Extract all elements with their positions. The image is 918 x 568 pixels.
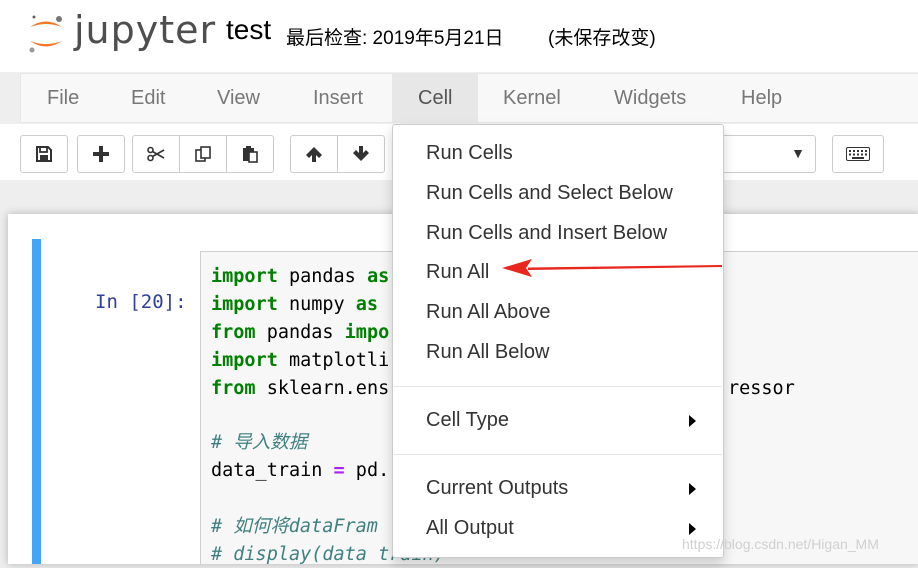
caret-right-icon <box>689 523 696 535</box>
code-comment[interactable]: # 导入数据 <box>211 430 307 456</box>
cell-type-select[interactable]: ▼ <box>718 135 816 173</box>
menu-all-output-label: All Output <box>426 517 514 539</box>
keyboard-icon <box>846 147 870 161</box>
menu-all-output[interactable]: All Output <box>426 513 712 543</box>
chevron-down-icon: ▼ <box>791 145 805 161</box>
move-up-button[interactable] <box>290 135 338 173</box>
annotation-arrow-icon <box>502 259 722 277</box>
watermark: https://blog.csdn.net/Higan_MM <box>682 536 879 552</box>
header: jupyter test 最后检查: 2019年5月21日 (未保存改变) <box>0 0 918 72</box>
menu-run-all[interactable]: Run All <box>426 257 489 287</box>
move-down-button[interactable] <box>337 135 385 173</box>
menu-run-cells[interactable]: Run Cells <box>426 138 513 168</box>
code-line[interactable]: from sklearn.ens <box>211 376 389 402</box>
menu-current-outputs[interactable]: Current Outputs <box>426 473 712 503</box>
menu-widgets[interactable]: Widgets <box>588 74 712 122</box>
caret-right-icon <box>689 415 696 427</box>
menu-divider <box>394 386 722 387</box>
insert-cell-button[interactable] <box>77 135 125 173</box>
menu-kernel[interactable]: Kernel <box>477 74 587 122</box>
checkpoint-status: 最后检查: 2019年5月21日 <box>286 28 504 49</box>
edit-group <box>132 135 274 173</box>
menu-insert[interactable]: Insert <box>287 74 389 122</box>
copy-button[interactable] <box>179 135 227 173</box>
code-line[interactable]: from pandas impo <box>211 320 389 346</box>
menubar: File Edit View Insert Cell Kernel Widget… <box>20 73 918 123</box>
menu-divider <box>394 454 722 455</box>
code-line[interactable]: data_train = pd. <box>211 458 389 484</box>
save-group <box>20 135 68 173</box>
input-prompt: In [20]: <box>95 291 187 313</box>
code-comment[interactable]: # 如何将dataFram <box>211 514 378 540</box>
caret-right-icon <box>689 483 696 495</box>
menu-run-cells-insert-below[interactable]: Run Cells and Insert Below <box>426 218 667 248</box>
code-line[interactable]: import numpy as <box>211 292 378 318</box>
menu-view[interactable]: View <box>191 74 286 122</box>
jupyter-logo-icon[interactable] <box>26 12 66 56</box>
menu-current-outputs-label: Current Outputs <box>426 477 569 499</box>
menu-edit[interactable]: Edit <box>105 74 191 122</box>
scissors-icon <box>147 146 165 162</box>
menu-cell[interactable]: Cell <box>392 74 478 122</box>
copy-icon <box>195 146 211 162</box>
logo-text[interactable]: jupyter <box>74 8 216 52</box>
autosave-status: (未保存改变) <box>548 28 656 49</box>
insert-group <box>77 135 125 173</box>
save-icon <box>36 146 52 162</box>
cut-button[interactable] <box>132 135 180 173</box>
menu-help[interactable]: Help <box>715 74 808 122</box>
save-button[interactable] <box>20 135 68 173</box>
menu-run-all-below[interactable]: Run All Below <box>426 337 549 367</box>
arrow-down-icon <box>353 146 369 161</box>
command-palette-button[interactable] <box>832 135 884 173</box>
code-line[interactable]: import pandas as <box>211 264 389 290</box>
menu-file[interactable]: File <box>21 74 105 122</box>
menu-run-cells-select-below[interactable]: Run Cells and Select Below <box>426 178 673 208</box>
cell-dropdown-menu: Run Cells Run Cells and Select Below Run… <box>392 124 724 558</box>
notebook-name[interactable]: test <box>226 14 271 46</box>
paste-button[interactable] <box>226 135 274 173</box>
menu-cell-type[interactable]: Cell Type <box>426 405 712 435</box>
move-group <box>290 135 385 173</box>
code-line[interactable]: import matplotli <box>211 348 389 374</box>
paste-icon <box>243 146 258 163</box>
arrow-up-icon <box>306 147 322 162</box>
plus-icon <box>93 146 109 162</box>
menu-cell-type-label: Cell Type <box>426 409 510 431</box>
menu-run-all-above[interactable]: Run All Above <box>426 297 551 327</box>
code-line-fragment[interactable]: ressor <box>728 376 795 402</box>
